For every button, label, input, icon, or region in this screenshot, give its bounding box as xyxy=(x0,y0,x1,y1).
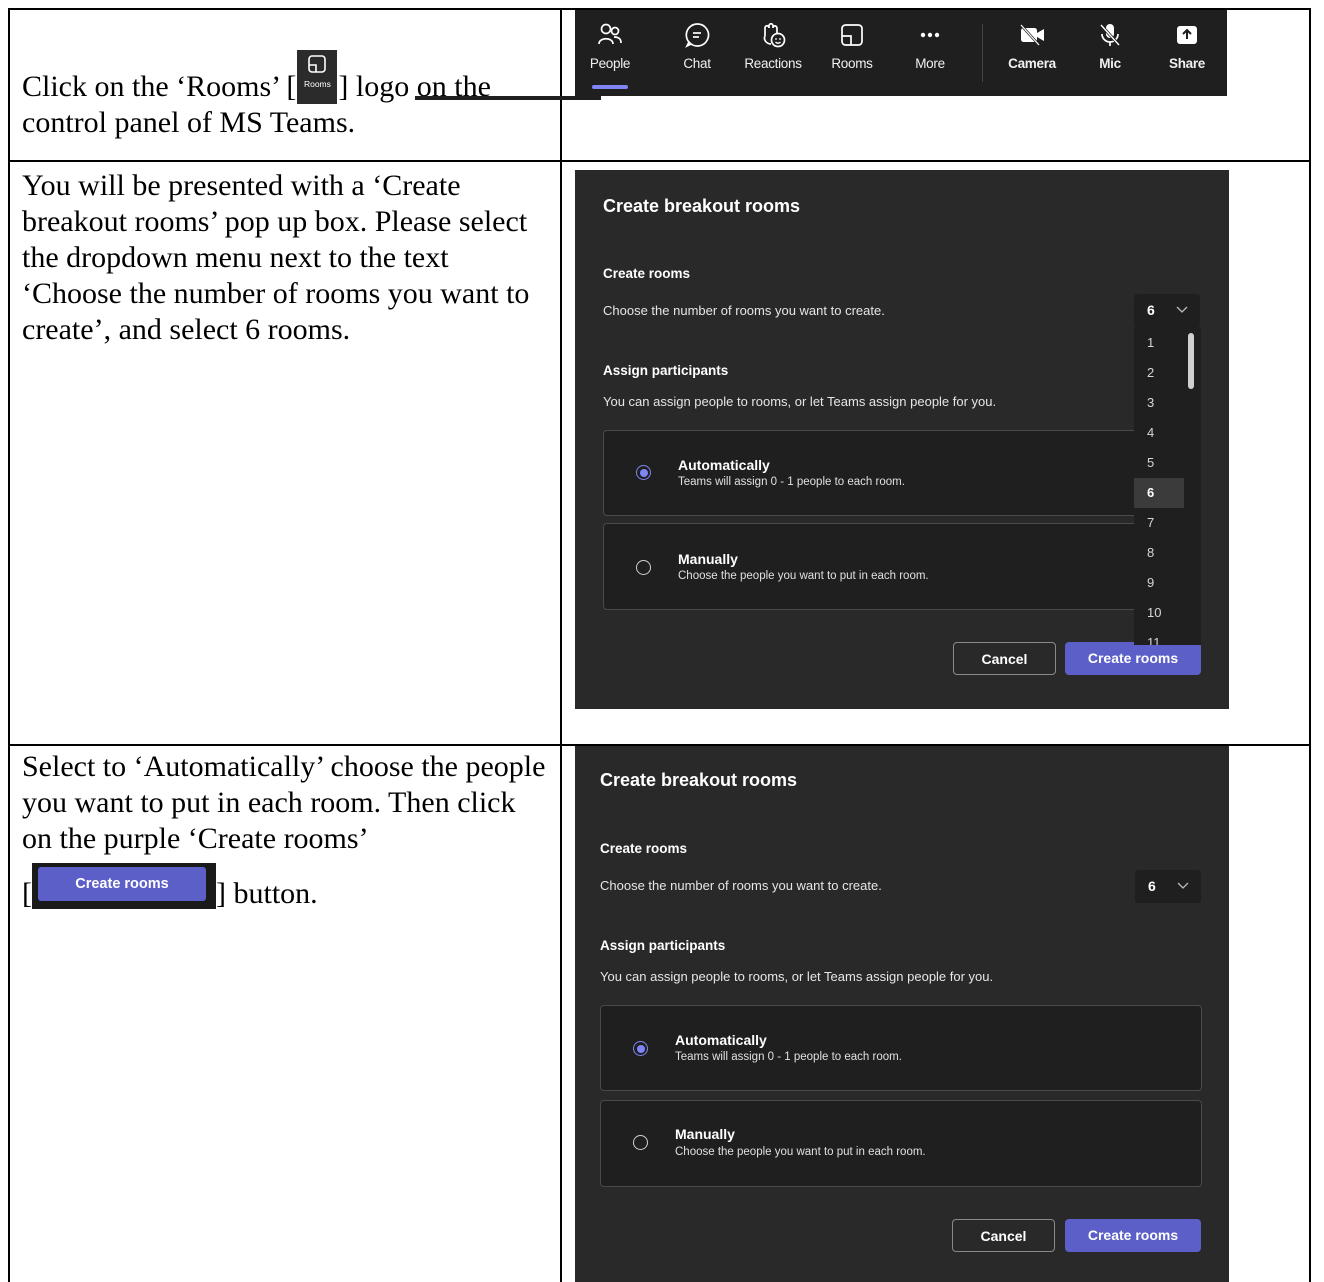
toolbar-label: More xyxy=(915,56,945,71)
choose-number-text: Choose the number of rooms you want to c… xyxy=(600,878,882,893)
row1-text-before: Click on the ‘Rooms’ [ xyxy=(22,70,297,103)
toolbar-label: People xyxy=(589,56,631,71)
toolbar-label: Chat xyxy=(683,56,711,71)
option-automatically[interactable]: Automatically Teams will assign 0 - 1 pe… xyxy=(603,430,1201,516)
camera-off-icon xyxy=(1020,24,1044,46)
people-icon xyxy=(598,23,622,45)
room-count-value: 6 xyxy=(1148,878,1156,894)
radio-automatically[interactable] xyxy=(636,465,651,480)
row3-text: Select to ‘Automatically’ choose the peo… xyxy=(22,750,546,855)
inline-rooms-icon: Rooms xyxy=(297,50,338,104)
toolbar-rooms[interactable]: Rooms xyxy=(817,22,887,71)
teams-control-panel: People Chat Reactions Rooms More Camera … xyxy=(575,10,1227,96)
toolbar-mic[interactable]: Mic xyxy=(1075,22,1145,71)
room-count-select[interactable]: 6 xyxy=(1134,294,1200,327)
dialog-title: Create breakout rooms xyxy=(603,196,801,216)
option-description: Choose the people you want to put in eac… xyxy=(675,1146,926,1158)
room-count-dropdown-list[interactable]: 1 2 3 4 5 6 7 8 9 10 11 xyxy=(1134,327,1201,645)
option-description: Choose the people you want to put in eac… xyxy=(678,570,929,582)
create-rooms-button[interactable]: Create rooms xyxy=(1065,1219,1201,1252)
toolbar-label: Rooms xyxy=(831,56,873,71)
dialog-title: Create breakout rooms xyxy=(600,770,798,790)
cancel-button[interactable]: Cancel xyxy=(952,1219,1055,1252)
create-rooms-heading: Create rooms xyxy=(603,266,691,281)
dropdown-option[interactable]: 7 xyxy=(1134,508,1184,538)
dropdown-option[interactable]: 8 xyxy=(1134,538,1184,568)
dropdown-option[interactable]: 9 xyxy=(1134,568,1184,598)
mic-off-icon xyxy=(1099,23,1121,47)
row2-instruction: You will be presented with a ‘Create bre… xyxy=(22,169,530,346)
table-row-divider-1 xyxy=(8,160,1311,162)
create-breakout-dialog: Create breakout rooms Create rooms Choos… xyxy=(575,746,1229,1282)
table-border-right xyxy=(1309,8,1311,1282)
share-icon xyxy=(1177,26,1197,44)
row3-text-after: ] button. xyxy=(216,877,318,910)
chat-icon xyxy=(685,23,710,48)
option-title: Automatically xyxy=(678,457,770,473)
row3-instruction: Select to ‘Automatically’ choose the peo… xyxy=(22,749,552,912)
inline-create-rooms-label: Create rooms xyxy=(38,867,206,901)
toolbar-label: Mic xyxy=(1099,56,1121,71)
option-title: Manually xyxy=(678,551,738,567)
toolbar-people[interactable]: People xyxy=(575,22,645,71)
chevron-down-icon xyxy=(1177,882,1189,889)
rooms-icon xyxy=(841,24,863,46)
dropdown-option[interactable]: 4 xyxy=(1134,418,1184,448)
radio-automatically[interactable] xyxy=(633,1041,648,1056)
dropdown-option[interactable]: 1 xyxy=(1134,328,1184,358)
choose-number-text: Choose the number of rooms you want to c… xyxy=(603,303,885,318)
dropdown-option[interactable]: 10 xyxy=(1134,598,1184,628)
room-count-select[interactable]: 6 xyxy=(1135,870,1201,903)
toolbar-separator xyxy=(982,24,983,82)
assign-participants-heading: Assign participants xyxy=(603,363,729,378)
toolbar-label: Camera xyxy=(1008,56,1056,71)
chevron-down-icon xyxy=(1176,306,1188,313)
dropdown-scrollbar[interactable] xyxy=(1188,333,1194,389)
toolbar-label: Share xyxy=(1168,56,1206,71)
room-count-value: 6 xyxy=(1147,302,1155,318)
create-rooms-heading: Create rooms xyxy=(600,841,688,856)
create-breakout-dialog-dropdown-open: Create breakout rooms Create rooms Choos… xyxy=(575,170,1229,709)
radio-manually[interactable] xyxy=(633,1135,648,1150)
option-automatically[interactable]: Automatically Teams will assign 0 - 1 pe… xyxy=(600,1005,1202,1091)
create-rooms-button[interactable]: Create rooms xyxy=(1065,642,1201,675)
table-column-divider xyxy=(560,8,562,1282)
reactions-icon xyxy=(763,22,786,48)
assign-participants-text: You can assign people to rooms, or let T… xyxy=(603,394,997,409)
table-border-left xyxy=(8,8,10,1282)
row3-bracket-open: [ xyxy=(22,877,32,910)
toolbar-share[interactable]: Share xyxy=(1152,22,1222,71)
toolbar-tab-strip xyxy=(415,96,601,100)
active-tab-indicator xyxy=(592,85,628,89)
radio-manually[interactable] xyxy=(636,560,651,575)
option-description: Teams will assign 0 - 1 people to each r… xyxy=(678,476,905,488)
dropdown-option[interactable]: 5 xyxy=(1134,448,1184,478)
toolbar-more[interactable]: More xyxy=(895,22,965,71)
assign-participants-heading: Assign participants xyxy=(600,938,726,953)
dropdown-option[interactable]: 2 xyxy=(1134,358,1184,388)
dropdown-option[interactable]: 3 xyxy=(1134,388,1184,418)
option-manually[interactable]: Manually Choose the people you want to p… xyxy=(603,523,1201,610)
option-manually[interactable]: Manually Choose the people you want to p… xyxy=(600,1100,1202,1187)
dropdown-option[interactable]: 11 xyxy=(1134,628,1184,645)
toolbar-reactions[interactable]: Reactions xyxy=(738,22,808,71)
inline-rooms-label: Rooms xyxy=(303,79,331,89)
assign-participants-text: You can assign people to rooms, or let T… xyxy=(600,969,994,984)
option-title: Manually xyxy=(675,1126,735,1142)
toolbar-label: Reactions xyxy=(744,56,802,71)
cancel-button[interactable]: Cancel xyxy=(953,642,1056,675)
more-icon xyxy=(920,32,940,38)
option-title: Automatically xyxy=(675,1032,767,1048)
dropdown-option-selected[interactable]: 6 xyxy=(1134,478,1184,508)
toolbar-camera[interactable]: Camera xyxy=(997,22,1067,71)
toolbar-chat[interactable]: Chat xyxy=(662,22,732,71)
option-description: Teams will assign 0 - 1 people to each r… xyxy=(675,1051,902,1063)
inline-create-rooms-button: Create rooms xyxy=(32,863,216,909)
